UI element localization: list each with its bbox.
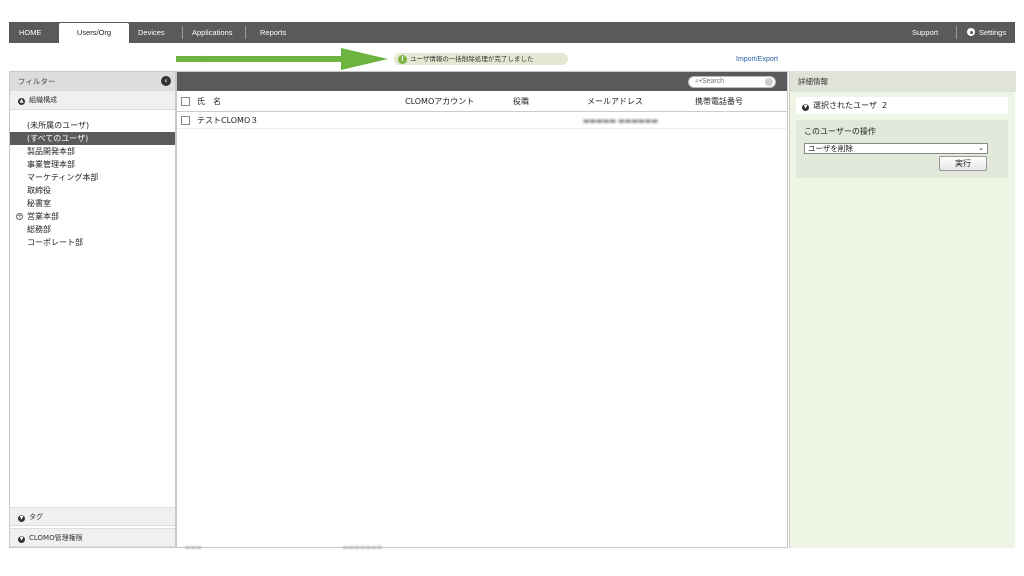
col-phone[interactable]: 携帯電話番号 bbox=[695, 91, 743, 112]
org-item[interactable]: コーポレート部 bbox=[10, 236, 175, 249]
operation-title: このユーザーの操作 bbox=[804, 127, 876, 136]
org-item-unassigned[interactable]: (未所属のユーザ) bbox=[10, 119, 175, 132]
clomo-section-label: CLOMO管理権限 bbox=[29, 534, 83, 542]
col-account[interactable]: CLOMOアカウント bbox=[405, 91, 474, 112]
org-item[interactable]: マーケティング本部 bbox=[10, 171, 175, 184]
nav-divider bbox=[956, 26, 957, 39]
cell-email-blurred: ▬▬▬▬▬ ▬▬▬▬▬▬ bbox=[583, 117, 658, 125]
expand-icon[interactable]: + bbox=[16, 213, 23, 220]
chevron-down-icon: ▼ bbox=[18, 536, 25, 543]
operation-select[interactable]: ユーザを削除 ⌄ bbox=[804, 143, 988, 154]
org-item[interactable]: 取締役 bbox=[10, 184, 175, 197]
execute-button[interactable]: 実行 bbox=[939, 156, 987, 171]
filter-panel: フィルター ‹ ▲ 組織構成 (未所属のユーザ) (すべてのユーザ) 製品開発本部… bbox=[9, 71, 176, 548]
nav-home[interactable]: HOME bbox=[19, 22, 42, 43]
chevron-down-icon: ⌄ bbox=[978, 144, 984, 152]
selected-users-row[interactable]: ▼ 選択されたユーザ 2 bbox=[796, 97, 1008, 114]
org-tree: (未所属のユーザ) (すべてのユーザ) 製品開発本部 事業管理本部 マーケティン… bbox=[10, 119, 175, 249]
details-panel: 詳細情報 ▼ 選択されたユーザ 2 このユーザーの操作 ユーザを削除 ⌄ 実行 bbox=[789, 71, 1016, 548]
filter-title: フィルター bbox=[18, 77, 56, 86]
user-list-panel: ⌕▾Search 氏 名 CLOMOアカウント 役職 メールアドレス 携帯電話番… bbox=[176, 71, 788, 551]
col-name[interactable]: 氏 名 bbox=[197, 91, 221, 112]
org-item[interactable]: 総務部 bbox=[10, 223, 175, 236]
clear-icon[interactable] bbox=[765, 78, 773, 86]
import-export-link[interactable]: Import/Export bbox=[736, 56, 778, 63]
notice-text: ユーザ情報の一括削除処理が完了しました bbox=[410, 55, 534, 63]
table-toolbar: ⌕▾Search bbox=[177, 72, 787, 91]
chevron-down-icon: ▼ bbox=[802, 104, 809, 111]
exclamation-icon: ! bbox=[398, 54, 407, 64]
select-all-checkbox[interactable] bbox=[181, 97, 190, 106]
cell-name: テストCLOMO３ bbox=[197, 116, 259, 125]
search-icon: ⌕▾ bbox=[695, 78, 702, 85]
org-item-label: 営業本部 bbox=[27, 212, 59, 221]
selected-users-label: 選択されたユーザ bbox=[813, 101, 877, 110]
nav-support[interactable]: Support bbox=[912, 22, 938, 43]
table-header: 氏 名 CLOMOアカウント 役職 メールアドレス 携帯電話番号 bbox=[177, 91, 787, 112]
user-operation-box: このユーザーの操作 ユーザを削除 ⌄ 実行 bbox=[796, 120, 1008, 178]
nav-users-org[interactable]: Users/Org bbox=[59, 23, 129, 43]
org-item-all-users[interactable]: (すべてのユーザ) bbox=[10, 132, 175, 145]
row-checkbox[interactable] bbox=[181, 116, 190, 125]
org-section-header[interactable]: ▲ 組織構成 bbox=[10, 91, 175, 110]
nav-settings[interactable]: Settings bbox=[967, 22, 1006, 43]
tag-section-label: タグ bbox=[29, 513, 43, 521]
nav-divider bbox=[245, 26, 246, 39]
col-email[interactable]: メールアドレス bbox=[587, 91, 643, 112]
search-input[interactable]: ⌕▾Search bbox=[688, 76, 776, 88]
org-item[interactable]: 事業管理本部 bbox=[10, 158, 175, 171]
col-role[interactable]: 役職 bbox=[513, 91, 529, 112]
nav-reports[interactable]: Reports bbox=[260, 22, 286, 43]
completion-notice: ! ユーザ情報の一括削除処理が完了しました bbox=[394, 53, 568, 65]
search-placeholder: Search bbox=[701, 78, 725, 85]
chevron-up-icon: ▲ bbox=[18, 98, 25, 105]
table-row[interactable]: テストCLOMO３ ▬▬▬▬▬ ▬▬▬▬▬▬ bbox=[177, 113, 787, 129]
nav-applications[interactable]: Applications bbox=[192, 22, 232, 43]
top-navigation: HOME Users/Org Devices Applications Repo… bbox=[9, 22, 1015, 43]
operation-selected-value: ユーザを削除 bbox=[808, 144, 853, 153]
tag-section-header[interactable]: ▼ タグ bbox=[10, 507, 175, 526]
chevron-down-icon: ▼ bbox=[18, 515, 25, 522]
org-item[interactable]: 製品開発本部 bbox=[10, 145, 175, 158]
org-item[interactable]: 秘書室 bbox=[10, 197, 175, 210]
org-item-sales[interactable]: + 営業本部 bbox=[10, 210, 175, 223]
nav-divider bbox=[182, 26, 183, 39]
settings-label: Settings bbox=[979, 28, 1007, 37]
filter-header: フィルター ‹ bbox=[10, 72, 175, 91]
details-title: 詳細情報 bbox=[790, 71, 1016, 92]
selected-users-count: 2 bbox=[881, 101, 888, 110]
annotation-arrow-icon bbox=[176, 48, 388, 70]
nav-devices[interactable]: Devices bbox=[138, 22, 165, 43]
org-section-label: 組織構成 bbox=[29, 96, 57, 104]
blurred-row-remnant: ▬▬▬ ▬▬▬▬▬▬▬ bbox=[177, 544, 383, 551]
gear-icon bbox=[967, 28, 975, 36]
clomo-section-header[interactable]: ▼ CLOMO管理権限 bbox=[10, 528, 175, 547]
collapse-icon[interactable]: ‹ bbox=[161, 76, 171, 86]
